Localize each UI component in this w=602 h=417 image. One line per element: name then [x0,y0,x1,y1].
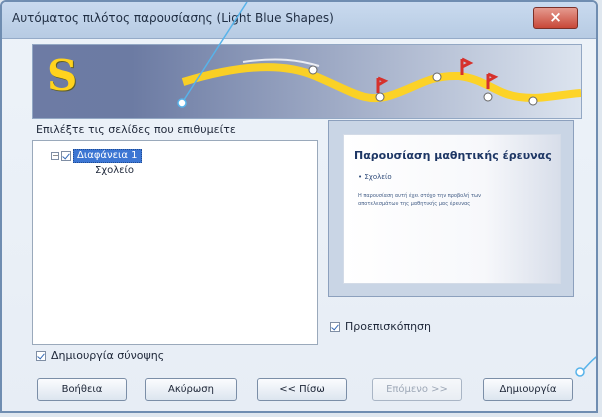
preview-checkbox-label[interactable]: Προεπισκόπηση [345,320,431,333]
banner-node [483,92,493,102]
slide-bullet: • Σχολείο [358,173,392,181]
cancel-button[interactable]: Ακύρωση [145,378,237,401]
red-flag-icon [460,57,474,75]
slide-preview: Παρουσίαση μαθητικής έρευνας • Σχολείο Η… [343,134,561,284]
presentation-wizard-window: Αυτόματος πιλότος παρουσίασης (Light Blu… [0,0,598,413]
tree-child-item[interactable]: Σχολείο [95,165,134,176]
slide-title: Παρουσίαση μαθητικής έρευνας [354,149,552,162]
wizard-logo: S [47,51,78,100]
window-title: Αυτόματος πιλότος παρουσίασης (Light Blu… [12,11,334,25]
preview-panel: Παρουσίαση μαθητικής έρευνας • Σχολείο Η… [328,120,574,297]
annotation-line-right [581,356,596,372]
banner-node [308,65,318,75]
slides-tree[interactable]: − Διαφάνεια 1 Σχολείο [32,140,318,345]
preview-checkbox-row[interactable]: Προεπισκόπηση [330,320,431,333]
pages-label: Επιλέξτε τις σελίδες που επιθυμείτε [36,123,236,136]
help-button[interactable]: Βοήθεια [37,378,127,401]
back-button[interactable]: << Πίσω [257,378,347,401]
selected-slide-label[interactable]: Διαφάνεια 1 [73,149,142,163]
summary-checkbox-label[interactable]: Δημιουργία σύνοψης [51,349,164,362]
banner-node [528,96,538,106]
summary-checkbox-row[interactable]: Δημιουργία σύνοψης [36,349,164,362]
slide-body-text: Η παρουσίαση αυτή έχει στόχο την προβολή… [358,193,481,207]
annotation-marker-right [575,367,585,377]
wizard-banner-graphic [181,57,581,106]
banner-node [375,92,385,102]
wizard-banner: S [32,44,582,119]
red-flag-icon [376,76,389,93]
preview-checkbox[interactable] [330,321,340,332]
close-button[interactable]: × [533,7,578,29]
title-bar: Αυτόματος πιλότος παρουσίασης (Light Blu… [2,2,596,39]
banner-node [432,72,442,82]
create-button[interactable]: Δημιουργία [483,378,573,401]
next-button[interactable]: Επόμενο >> [372,378,462,401]
slide-checkbox[interactable] [61,151,71,161]
collapse-icon[interactable]: − [51,152,59,160]
tree-root-row[interactable]: − Διαφάνεια 1 [51,149,142,163]
summary-checkbox[interactable] [36,350,46,361]
